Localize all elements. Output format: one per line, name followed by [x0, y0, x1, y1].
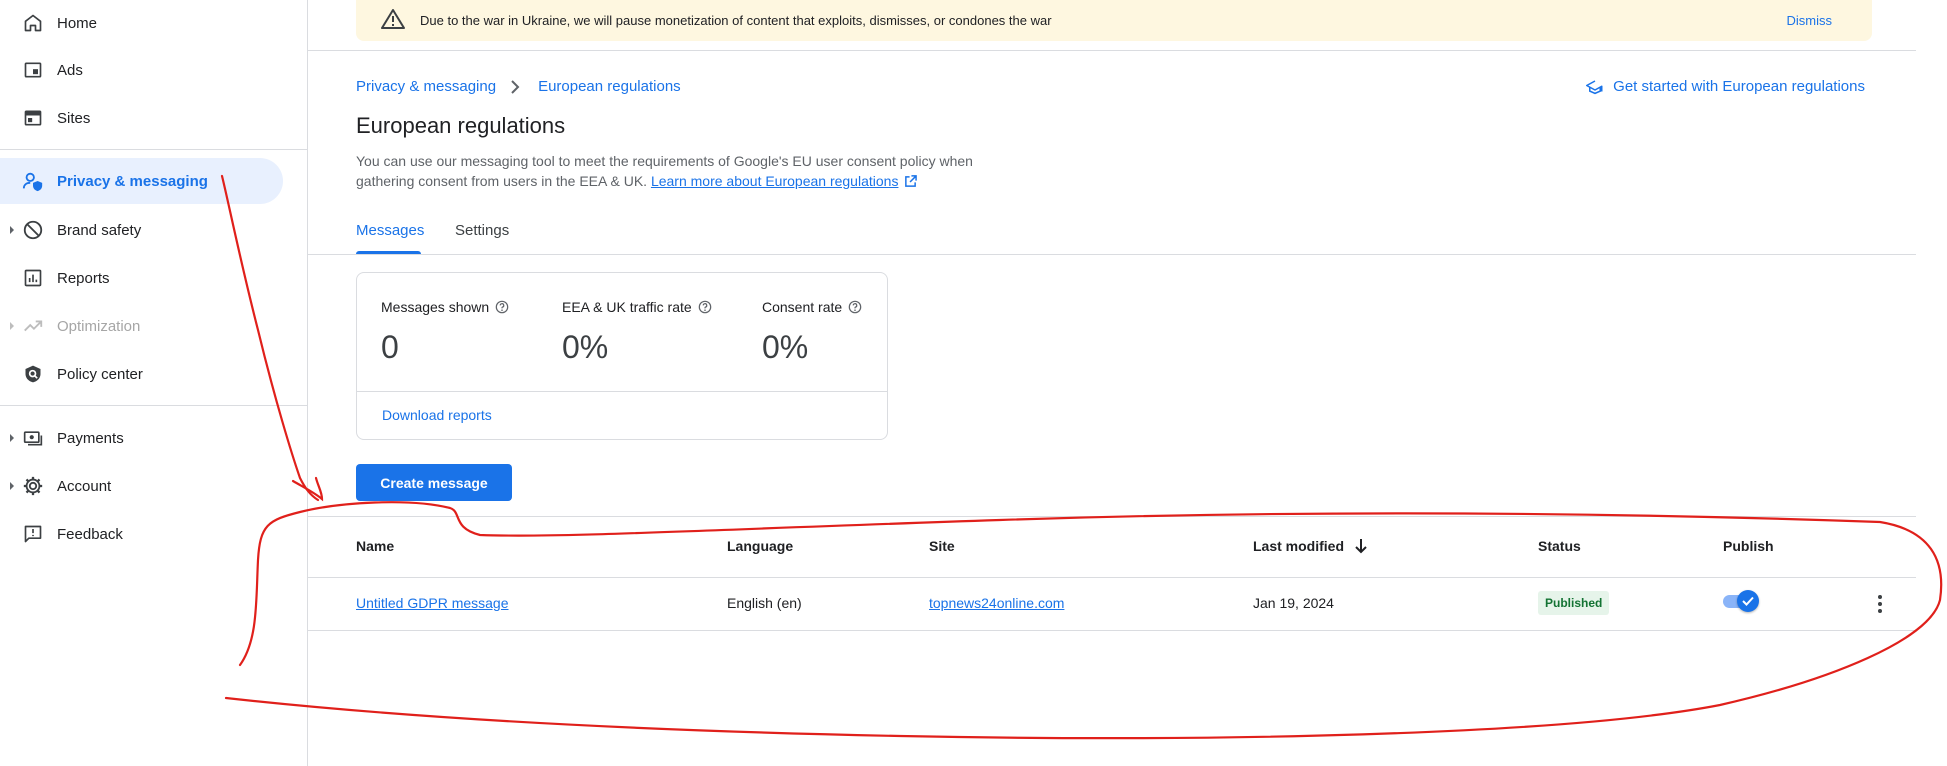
open-in-new-icon [904, 173, 918, 193]
sidebar-item-privacy-messaging[interactable]: Privacy & messaging [0, 158, 283, 204]
gear-icon [22, 475, 44, 497]
sidebar-item-label: Home [57, 14, 98, 32]
sort-descending-icon [1354, 538, 1368, 554]
check-icon [1742, 596, 1754, 606]
stats-card: Messages shown 0 EEA & UK traffic rate 0… [356, 272, 888, 440]
toggle-knob [1737, 590, 1759, 612]
policy-shield-icon [22, 363, 44, 385]
help-icon[interactable] [495, 300, 509, 314]
tab-messages[interactable]: Messages [356, 222, 424, 239]
sidebar-item-label: Feedback [57, 525, 123, 543]
warning-icon [381, 8, 405, 35]
help-icon[interactable] [848, 300, 862, 314]
publish-toggle[interactable] [1721, 589, 1761, 613]
column-header-publish[interactable]: Publish [1723, 538, 1774, 554]
school-cap-icon [1586, 79, 1604, 95]
create-message-button[interactable]: Create message [356, 464, 512, 501]
sidebar-divider [0, 405, 307, 406]
column-header-status[interactable]: Status [1538, 538, 1581, 554]
message-name-link[interactable]: Untitled GDPR message [356, 595, 509, 611]
breadcrumb-parent-link[interactable]: Privacy & messaging [356, 78, 496, 95]
message-last-modified: Jan 19, 2024 [1253, 595, 1334, 611]
home-icon [22, 12, 44, 34]
sidebar-item-label: Payments [57, 429, 124, 447]
table-row-divider [308, 630, 1916, 631]
expand-caret-icon [10, 226, 14, 234]
page-title: European regulations [356, 113, 566, 138]
expand-caret-icon [10, 322, 14, 330]
status-badge: Published [1538, 591, 1610, 615]
sidebar-item-label: Optimization [57, 317, 141, 335]
banner-message: Due to the war in Ukraine, we will pause… [420, 13, 1052, 28]
expand-caret-icon [10, 482, 14, 490]
sidebar-item-ads[interactable]: Ads [0, 47, 283, 93]
stat-value-traffic-rate: 0% [562, 329, 609, 365]
war-notice-banner: Due to the war in Ukraine, we will pause… [356, 0, 1872, 41]
header-divider [308, 50, 1916, 51]
reports-icon [22, 267, 44, 289]
page-description: You can use our messaging tool to meet t… [356, 151, 996, 193]
card-divider [357, 391, 887, 392]
stat-label-text: EEA & UK traffic rate [562, 299, 692, 315]
get-started-label: Get started with European regulations [1613, 78, 1865, 95]
stat-label-traffic-rate: EEA & UK traffic rate [562, 299, 712, 315]
sidebar-item-label: Account [57, 477, 112, 495]
message-language: English (en) [727, 595, 802, 611]
stat-value-messages-shown: 0 [381, 329, 399, 365]
download-reports-link[interactable]: Download reports [382, 407, 492, 423]
sidebar-item-home[interactable]: Home [0, 0, 283, 46]
sidebar-item-label: Policy center [57, 365, 143, 383]
stat-label-text: Messages shown [381, 299, 490, 315]
expand-caret-icon [10, 434, 14, 442]
column-header-site[interactable]: Site [929, 538, 955, 554]
sidebar-item-brand-safety[interactable]: Brand safety [0, 207, 283, 253]
sidebar: Home Ads Sites Privacy & messaging Brand… [0, 0, 308, 766]
sidebar-item-label: Reports [57, 269, 110, 287]
block-icon [22, 219, 44, 241]
column-header-last-modified[interactable]: Last modified [1253, 538, 1368, 554]
stat-label-consent-rate: Consent rate [762, 299, 862, 315]
stat-label-messages-shown: Messages shown [381, 299, 509, 315]
sidebar-item-optimization[interactable]: Optimization [0, 303, 283, 349]
ads-icon [22, 59, 44, 81]
chevron-right-icon [510, 79, 520, 94]
table-header-divider [308, 577, 1916, 578]
sidebar-item-label: Sites [57, 109, 91, 127]
more-options-icon[interactable] [1870, 592, 1890, 616]
sidebar-item-reports[interactable]: Reports [0, 255, 283, 301]
sidebar-item-sites[interactable]: Sites [0, 95, 283, 141]
sidebar-item-feedback[interactable]: Feedback [0, 511, 283, 557]
column-header-name[interactable]: Name [356, 538, 394, 554]
tabs-divider [308, 254, 1916, 255]
get-started-link[interactable]: Get started with European regulations [1586, 78, 1865, 95]
sidebar-item-account[interactable]: Account [0, 463, 283, 509]
sidebar-item-label: Ads [57, 61, 83, 79]
table-top-divider [308, 516, 1916, 517]
sidebar-divider [0, 149, 307, 150]
breadcrumb: Privacy & messaging European regulations [356, 78, 681, 95]
payments-icon [22, 427, 44, 449]
column-header-label: Last modified [1253, 538, 1345, 554]
sidebar-item-payments[interactable]: Payments [0, 415, 283, 461]
message-site-link[interactable]: topnews24online.com [929, 595, 1064, 611]
sites-icon [22, 107, 44, 129]
dismiss-button[interactable]: Dismiss [1787, 13, 1833, 28]
sidebar-item-policy-center[interactable]: Policy center [0, 351, 283, 397]
help-icon[interactable] [698, 300, 712, 314]
breadcrumb-current[interactable]: European regulations [538, 78, 681, 95]
sidebar-item-label: Privacy & messaging [57, 172, 208, 190]
sidebar-item-label: Brand safety [57, 221, 142, 239]
privacy-icon [22, 170, 44, 192]
stat-label-text: Consent rate [762, 299, 843, 315]
stat-value-consent-rate: 0% [762, 329, 809, 365]
feedback-icon [22, 523, 44, 545]
optimization-icon [22, 315, 44, 337]
tab-settings[interactable]: Settings [455, 222, 509, 239]
column-header-language[interactable]: Language [727, 538, 793, 554]
learn-more-link[interactable]: Learn more about European regulations [651, 173, 899, 189]
